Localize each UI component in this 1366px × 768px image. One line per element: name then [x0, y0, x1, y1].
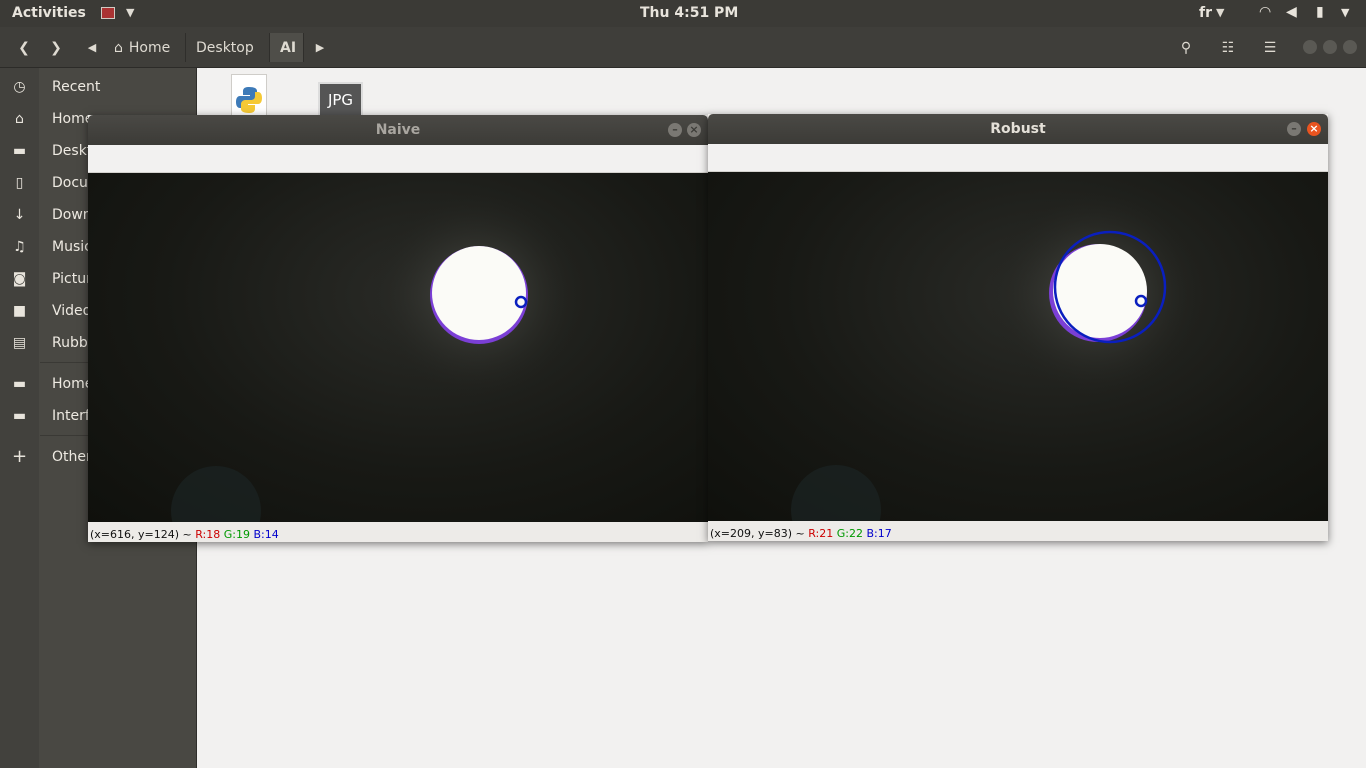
close-button[interactable]: ×	[1307, 122, 1321, 136]
window-title: Robust	[990, 121, 1046, 137]
dark-blob	[791, 465, 881, 521]
dark-blob	[171, 466, 261, 522]
camera-icon: ◙	[12, 271, 27, 287]
list-view-icon: ☷	[1221, 39, 1235, 56]
maximize-button[interactable]	[1323, 40, 1337, 54]
breadcrumb-label: AI	[280, 39, 297, 56]
status-b: B:17	[866, 527, 892, 540]
robust-status-bar: (x=209, y=83) ~ R:21 G:22 B:17	[708, 521, 1328, 541]
wifi-icon[interactable]: ◠	[1259, 4, 1271, 20]
breadcrumb-home[interactable]: ⌂ Home	[104, 33, 186, 62]
status-r: R:18	[195, 528, 221, 541]
jpg-label: JPG	[327, 91, 354, 109]
view-toggle-button[interactable]: ☷	[1213, 33, 1243, 62]
search-icon: ⚲	[1180, 39, 1192, 56]
naive-status-bar: (x=616, y=124) ~ R:18 G:19 B:14	[88, 522, 708, 542]
bright-spot	[1053, 244, 1147, 338]
clock-icon: ◷	[13, 79, 26, 95]
hamburger-icon: ☰	[1263, 39, 1277, 56]
sidebar-item-label: Music	[52, 239, 92, 255]
search-button[interactable]: ⚲	[1171, 33, 1201, 62]
chevron-left-icon: ❮	[18, 39, 30, 56]
chevron-down-icon[interactable]: ▼	[126, 6, 134, 19]
python-logo-icon	[236, 87, 262, 113]
jpg-file-icon[interactable]: JPG	[318, 82, 363, 118]
close-button[interactable]	[1343, 40, 1357, 54]
clock[interactable]: Thu 4:51 PM	[640, 5, 738, 21]
plus-icon: +	[11, 446, 28, 467]
naive-titlebar[interactable]: Naive – ×	[88, 115, 708, 145]
robust-titlebar[interactable]: Robust – ×	[708, 114, 1328, 144]
sidebar-item-label: Recent	[52, 79, 101, 95]
sidebar-item-recent[interactable]: ◷ Recent	[0, 71, 197, 103]
minimize-button[interactable]	[1303, 40, 1317, 54]
status-g: G:19	[223, 528, 250, 541]
minimize-button[interactable]: –	[668, 123, 682, 137]
video-icon: ■	[12, 303, 27, 319]
home-icon: ⌂	[15, 111, 24, 127]
status-b: B:14	[253, 528, 279, 541]
document-icon: ▯	[15, 175, 24, 191]
breadcrumb-label: Home	[128, 39, 171, 56]
close-button[interactable]: ×	[687, 123, 701, 137]
breadcrumb-desktop[interactable]: Desktop	[186, 33, 270, 62]
status-g: G:22	[836, 527, 863, 540]
back-button[interactable]: ❮	[10, 33, 38, 62]
chevron-right-icon: ❯	[50, 39, 62, 56]
folder-icon: ▬	[12, 376, 27, 392]
volume-icon[interactable]: ◀	[1286, 4, 1297, 20]
status-coords: (x=616, y=124) ~	[90, 528, 196, 541]
folder-icon: ▬	[12, 408, 27, 424]
robust-image[interactable]	[708, 172, 1328, 521]
battery-icon[interactable]: ▮	[1316, 4, 1324, 20]
top-bar: Activities ▼ Thu 4:51 PM fr ▼ ◠ ◀ ▮ ▼	[0, 0, 1366, 27]
download-icon: ↓	[13, 207, 26, 223]
python-file-icon[interactable]	[231, 74, 267, 118]
chevron-down-icon[interactable]: ▼	[1216, 6, 1224, 19]
activities-button[interactable]: Activities	[12, 5, 86, 21]
breadcrumb-ai[interactable]: AI	[270, 33, 304, 62]
breadcrumb-label: Desktop	[196, 39, 254, 56]
triangle-right-icon: ▶	[315, 41, 325, 54]
robust-window[interactable]: Robust – × (x=209, y=83) ~ R:21 G:22 B:1…	[708, 114, 1328, 541]
chevron-down-icon[interactable]: ▼	[1341, 6, 1349, 19]
menu-button[interactable]: ☰	[1255, 33, 1285, 62]
home-icon: ⌂	[114, 39, 123, 56]
bright-spot	[432, 246, 526, 340]
path-right-button[interactable]: ▶	[310, 33, 330, 62]
robust-image-canvas	[791, 184, 1208, 521]
naive-toolbar	[88, 145, 708, 173]
music-icon: ♫	[13, 239, 26, 255]
files-header-bar: ❮ ❯ ◀ ⌂ Home Desktop AI ▶ ⚲ ☷ ☰	[0, 27, 1366, 68]
minimize-button[interactable]: –	[1287, 122, 1301, 136]
naive-image[interactable]	[88, 173, 708, 522]
naive-image-canvas	[171, 185, 589, 522]
window-title: Naive	[375, 122, 421, 138]
trash-icon: ▤	[12, 335, 27, 351]
input-language[interactable]: fr	[1199, 5, 1212, 21]
path-left-button[interactable]: ◀	[82, 33, 102, 62]
triangle-left-icon: ◀	[87, 41, 97, 54]
status-coords: (x=209, y=83) ~	[710, 527, 809, 540]
app-menu-icon[interactable]	[101, 7, 115, 19]
status-r: R:21	[808, 527, 834, 540]
robust-toolbar	[708, 144, 1328, 172]
forward-button[interactable]: ❯	[42, 33, 70, 62]
folder-icon: ▬	[12, 143, 27, 159]
naive-window[interactable]: Naive – × (x=616, y=124) ~ R:18 G:19 B:1…	[88, 115, 708, 542]
